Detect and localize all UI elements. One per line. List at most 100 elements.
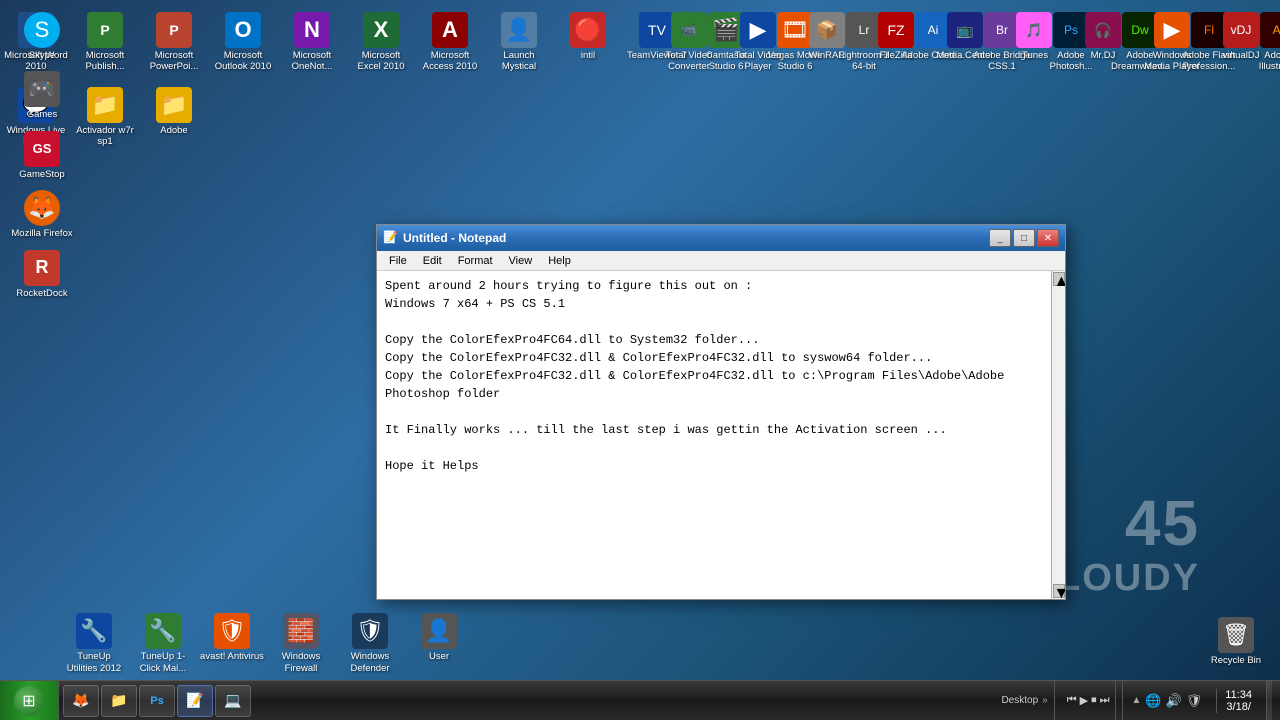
notepad-scrollbar[interactable]: ▲ ▼: [1051, 271, 1065, 599]
win-defender-icon: 🛡: [352, 613, 388, 649]
icon-winrar[interactable]: 📦 WinRAR: [793, 8, 861, 77]
scrollbar-down[interactable]: ▼: [1053, 584, 1065, 598]
user-icon: 👤: [421, 613, 457, 649]
icon-gamestop[interactable]: GS GameStop: [8, 127, 76, 184]
menu-format[interactable]: Format: [450, 254, 501, 268]
taskbar-explorer-btn[interactable]: 📁: [101, 685, 137, 717]
icon-windows-media-player[interactable]: ▶ Windows Media Player: [1138, 8, 1206, 77]
taskbar-photoshop-btn[interactable]: Ps: [139, 685, 175, 717]
close-button[interactable]: ✕: [1037, 229, 1059, 247]
mr-dj-icon: 🎧: [1085, 12, 1121, 48]
icon-firefox[interactable]: 🦊 Mozilla Firefox: [8, 186, 76, 243]
activador-icon: 📁: [87, 87, 123, 123]
skype-icon: S: [24, 12, 60, 48]
icon-win-firewall[interactable]: 🧱 Windows Firewall: [267, 609, 335, 678]
icon-activador[interactable]: 📁 Activador w7r sp1: [71, 83, 139, 152]
icon-ms-publisher[interactable]: P Microsoft Publish...: [71, 8, 139, 77]
windows-media-player-icon: ▶: [1154, 12, 1190, 48]
media-stop-btn[interactable]: ⏹: [1091, 694, 1097, 707]
taskbar-notepad-icon: 📝: [186, 692, 204, 710]
icon-media-center[interactable]: 📺 Media Center: [931, 8, 999, 77]
media-next-btn[interactable]: ⏭: [1100, 694, 1110, 707]
clock-date: 3/18/: [1226, 701, 1250, 713]
icon-win-defender[interactable]: 🛡 Windows Defender: [336, 609, 404, 678]
icon-virtualdj[interactable]: vDJ virtualDJ: [1207, 8, 1275, 77]
tuneup-click-icon: 🔧: [145, 613, 181, 649]
skype-label: Skype: [29, 50, 55, 61]
icon-itunes[interactable]: 🎵 iTunes: [1000, 8, 1068, 77]
start-button[interactable]: ⊞: [0, 681, 59, 720]
taskbar-right: Desktop » ⏮ ▶ ⏹ ⏭ ▲ 🌐 🔊 🛡 11:34 3/18/: [987, 681, 1280, 720]
icon-skype[interactable]: S Skype: [8, 8, 76, 65]
winrar-label: WinRAR: [809, 50, 845, 61]
recycle-bin-icon: 🗑: [1218, 617, 1254, 653]
win-defender-label: Windows Defender: [338, 651, 402, 674]
menu-edit[interactable]: Edit: [415, 254, 450, 268]
recycle-bin-desktop-icon[interactable]: 🗑 Recycle Bin: [1202, 613, 1270, 670]
launch-mystical-icon: 👤: [501, 12, 537, 48]
right-icon-cluster: 📹 Total Video Converter ▶ Total Video Pl…: [655, 8, 1275, 77]
icon-ms-excel[interactable]: X Microsoft Excel 2010: [347, 8, 415, 77]
show-desktop-button[interactable]: [1266, 681, 1272, 720]
total-video-play-label: Total Video Player: [726, 50, 790, 73]
icon-rocketdock[interactable]: R RocketDock: [8, 246, 76, 303]
games-label: Games: [27, 109, 58, 120]
icon-ms-ppt[interactable]: P Microsoft PowerPoi...: [140, 8, 208, 77]
notepad-small-icon: 📝: [383, 230, 399, 246]
icon-intil[interactable]: 🔴 intil: [554, 8, 622, 77]
filezilla-label: FileZilla: [880, 50, 913, 61]
media-prev-btn[interactable]: ⏮: [1067, 694, 1077, 707]
menu-help[interactable]: Help: [540, 254, 579, 268]
icon-ms-outlook[interactable]: O Microsoft Outlook 2010: [209, 8, 277, 77]
taskbar-cmd-icon: 💻: [224, 692, 242, 710]
icon-ms-onenote[interactable]: N Microsoft OneNot...: [278, 8, 346, 77]
clock-area[interactable]: 11:34 3/18/: [1216, 689, 1260, 713]
taskbar-notepad-btn[interactable]: 📝: [177, 685, 213, 717]
taskbar-firefox-btn[interactable]: 🦊: [63, 685, 99, 717]
tray-volume-icon[interactable]: 🔊: [1166, 693, 1182, 709]
recycle-bin-icon-container[interactable]: 🗑 Recycle Bin: [1202, 613, 1270, 670]
icon-games[interactable]: 🎮 Games: [8, 67, 76, 124]
intil-icon: 🔴: [570, 12, 606, 48]
ms-onenote-label: Microsoft OneNot...: [280, 50, 344, 73]
icon-launch-mystical[interactable]: 👤 Launch Mystical: [485, 8, 553, 77]
activador-label: Activador w7r sp1: [73, 125, 137, 148]
icon-tuneup-2012[interactable]: 🔧 TuneUp Utilities 2012: [60, 609, 128, 678]
games-icon: 🎮: [24, 71, 60, 107]
icon-mr-dj[interactable]: 🎧 Mr.DJ: [1069, 8, 1137, 77]
ms-excel-label: Microsoft Excel 2010: [349, 50, 413, 73]
desktop-label: Desktop: [1001, 695, 1038, 706]
minimize-button[interactable]: _: [989, 229, 1011, 247]
clock-time: 11:34: [1225, 689, 1252, 701]
desktop: W Microsoft Word 2010 P Microsoft Publis…: [0, 0, 1280, 720]
notepad-title: Untitled - Notepad: [399, 231, 989, 245]
tray-network-icon[interactable]: 🌐: [1145, 693, 1161, 709]
gamestop-label: GameStop: [19, 169, 64, 180]
icon-avast[interactable]: 🛡 avast! Antivirus: [198, 609, 266, 678]
system-tray: ▲ 🌐 🔊 🛡: [1122, 681, 1210, 720]
icon-filezilla[interactable]: FZ FileZilla: [862, 8, 930, 77]
icon-total-video-play[interactable]: ▶ Total Video Player: [724, 8, 792, 77]
scrollbar-up[interactable]: ▲: [1053, 272, 1065, 286]
icon-user[interactable]: 👤 User: [405, 609, 473, 678]
tray-security-icon[interactable]: 🛡: [1186, 693, 1203, 709]
taskbar-cmd-btn[interactable]: 💻: [215, 685, 251, 717]
notepad-content[interactable]: Spent around 2 hours trying to figure th…: [377, 271, 1051, 599]
maximize-button[interactable]: □: [1013, 229, 1035, 247]
media-controls: ⏮ ▶ ⏹ ⏭: [1061, 681, 1117, 720]
taskbar-photoshop-icon: Ps: [148, 692, 166, 710]
menu-file[interactable]: File: [381, 254, 415, 268]
icon-ms-access[interactable]: A Microsoft Access 2010: [416, 8, 484, 77]
desktop-show-area[interactable]: Desktop »: [995, 681, 1054, 720]
adobe-folder-icon: 📁: [156, 87, 192, 123]
filezilla-icon: FZ: [878, 12, 914, 48]
taskbar-items: 🦊 📁 Ps 📝 💻: [59, 681, 255, 720]
avast-label: avast! Antivirus: [200, 651, 264, 662]
ms-outlook-icon: O: [225, 12, 261, 48]
tray-expand[interactable]: ▲: [1131, 695, 1141, 706]
icon-adobe-folder[interactable]: 📁 Adobe: [140, 83, 208, 152]
icon-tuneup-click[interactable]: 🔧 TuneUp 1-Click Mai...: [129, 609, 197, 678]
menu-view[interactable]: View: [501, 254, 541, 268]
icon-total-video-conv[interactable]: 📹 Total Video Converter: [655, 8, 723, 77]
media-play-btn[interactable]: ▶: [1080, 694, 1088, 707]
